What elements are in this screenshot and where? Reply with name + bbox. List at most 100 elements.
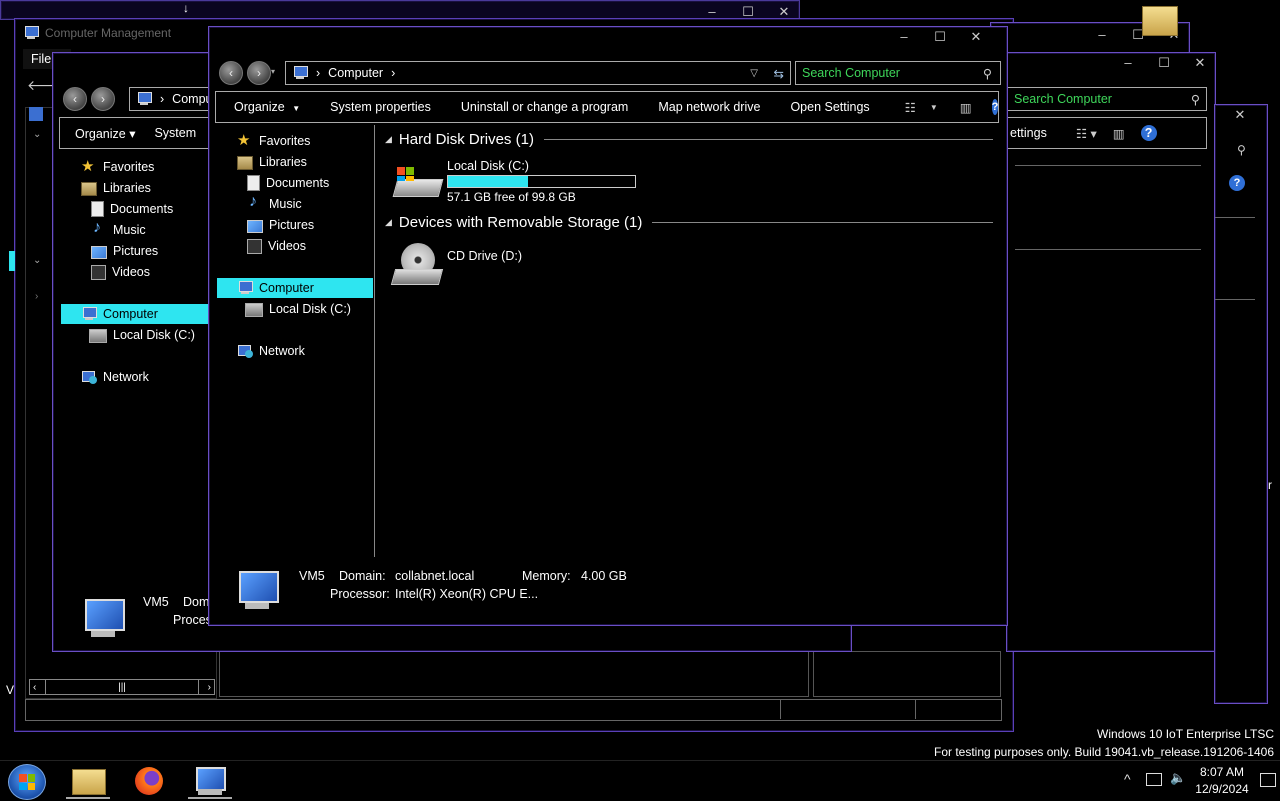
section-removable[interactable]: ◢ Devices with Removable Storage (1)	[385, 214, 993, 231]
toolbar: ettings ☷ ▾ ▥ ?	[1007, 117, 1207, 149]
details-computer-icon	[235, 571, 279, 611]
back-button[interactable]: ‹	[219, 61, 243, 85]
menu-file[interactable]: File	[31, 52, 51, 66]
recent-pages-icon[interactable]: ▾	[271, 67, 275, 76]
clock[interactable]: 8:07 AM 12/9/2024	[1190, 764, 1254, 798]
drive-c-usage-bar	[447, 175, 636, 188]
management-title: Computer Management	[45, 26, 172, 40]
organize-button[interactable]: Organize ▼	[216, 100, 315, 114]
forward-button[interactable]: ›	[247, 61, 271, 85]
search-input[interactable]: Search Computer ⚲	[1007, 87, 1207, 111]
tree-expand-icon[interactable]: ⌄	[33, 255, 41, 266]
help-icon[interactable]: ?	[991, 99, 999, 115]
toolbar: Organize ▾ System	[59, 117, 211, 149]
nav-favorites[interactable]: Favorites	[237, 131, 310, 151]
nav-libraries[interactable]: Libraries	[81, 178, 151, 198]
taskbar: ^ 🔈 8:07 AM 12/9/2024	[0, 760, 1280, 801]
start-button[interactable]	[8, 764, 46, 800]
scroll-thumb[interactable]: |||	[45, 680, 199, 694]
tree-collapse-icon[interactable]: ›	[35, 291, 38, 302]
help-icon[interactable]: ?	[1229, 175, 1245, 191]
address-segment[interactable]: Compu	[172, 92, 212, 106]
uninstall-program-button[interactable]: Uninstall or change a program	[446, 100, 643, 114]
taskbar-firefox-button[interactable]	[124, 763, 176, 799]
star-icon	[81, 157, 97, 175]
nav-documents[interactable]: Documents	[91, 199, 173, 219]
scroll-right-icon[interactable]: ›	[205, 682, 214, 693]
drive-d[interactable]: CD Drive (D:)	[390, 241, 593, 289]
section-hard-disks[interactable]: ◢ Hard Disk Drives (1)	[385, 131, 993, 148]
open-settings-button[interactable]: ettings	[1008, 126, 1062, 140]
preview-pane-icon[interactable]: ▥	[1113, 126, 1125, 141]
back-button[interactable]: ‹	[63, 87, 87, 111]
windows-logo-icon	[19, 774, 35, 790]
nav-documents[interactable]: Documents	[247, 173, 329, 193]
collapse-triangle-icon[interactable]: ◢	[385, 134, 392, 145]
nav-local-disk[interactable]: Local Disk (C:)	[245, 299, 351, 319]
taskbar-explorer-button[interactable]	[62, 763, 114, 799]
nav-pictures[interactable]: Pictures	[247, 215, 314, 235]
section-divider	[543, 139, 993, 140]
desktop-folder-icon[interactable]	[1142, 6, 1178, 36]
address-bar[interactable]: › Computer › ▽ ⇆	[285, 61, 791, 85]
nav-network[interactable]: Network	[81, 367, 149, 387]
taskbar-computer-management-button[interactable]	[184, 763, 236, 799]
preview-pane-icon[interactable]: ▥	[960, 100, 972, 115]
volume-tray-icon[interactable]: 🔈	[1170, 770, 1186, 786]
collapse-triangle-icon[interactable]: ◢	[385, 217, 392, 228]
address-chevron: ›	[160, 92, 165, 106]
minimize-button[interactable]: –	[897, 29, 911, 45]
view-options-icon[interactable]: ☷ ▾	[1076, 126, 1097, 141]
help-icon[interactable]: ?	[1140, 125, 1157, 141]
open-settings-button[interactable]: Open Settings	[775, 100, 884, 114]
nav-videos[interactable]: Videos	[247, 236, 306, 256]
minimize-button[interactable]: –	[1121, 55, 1135, 71]
close-button[interactable]: ✕	[969, 29, 983, 45]
nav-music[interactable]: Music	[247, 193, 302, 214]
system-properties-button[interactable]: System	[150, 126, 211, 140]
management-icon	[23, 26, 39, 40]
nav-computer[interactable]: Computer	[61, 304, 209, 324]
details-memory-label: Memory:	[522, 569, 571, 583]
forward-button[interactable]: ›	[91, 87, 115, 111]
divider	[1215, 217, 1255, 218]
close-button[interactable]: ✕	[1193, 55, 1207, 71]
horizontal-scrollbar[interactable]: ‹ ||| ›	[29, 679, 215, 695]
view-options-icon[interactable]: ☷	[905, 100, 916, 115]
nav-pictures[interactable]: Pictures	[91, 241, 158, 261]
map-network-drive-button[interactable]: Map network drive	[643, 100, 775, 114]
nav-favorites[interactable]: Favorites	[81, 157, 154, 177]
close-button[interactable]: ✕	[1233, 107, 1247, 123]
nav-computer[interactable]: Computer	[217, 278, 373, 298]
nav-local-disk[interactable]: Local Disk (C:)	[89, 325, 195, 345]
maximize-button[interactable]: ☐	[1157, 55, 1171, 71]
search-input[interactable]: Search Computer ⚲	[795, 61, 1001, 85]
drive-c[interactable]: Local Disk (C:) 57.1 GB free of 99.8 GB	[392, 157, 663, 207]
address-chevron: ›	[391, 66, 396, 80]
organize-button[interactable]: Organize ▾	[60, 126, 150, 141]
scroll-left-icon[interactable]: ‹	[30, 682, 39, 693]
desktop-left-edge-text: V	[6, 683, 15, 697]
divider	[1015, 165, 1201, 166]
details-pane: VM5 Domain: collabnet.local Memory: 4.00…	[209, 559, 1005, 623]
view-dropdown-icon[interactable]: ▼	[930, 103, 938, 112]
music-icon	[247, 193, 263, 212]
drive-c-free-space: 57.1 GB free of 99.8 GB	[447, 190, 576, 204]
nav-music[interactable]: Music	[91, 219, 146, 240]
maximize-button[interactable]: ☐	[933, 29, 947, 45]
network-tray-icon[interactable]	[1146, 773, 1162, 786]
tree-expand-icon[interactable]: ⌄	[33, 129, 41, 140]
nav-videos[interactable]: Videos	[91, 262, 150, 282]
show-desktop-notification-icon[interactable]	[1260, 773, 1276, 787]
system-properties-button[interactable]: System properties	[315, 100, 446, 114]
minimize-button[interactable]: –	[1095, 27, 1109, 43]
address-dropdown-icon[interactable]: ▽	[750, 68, 758, 79]
pane-splitter[interactable]	[374, 125, 375, 557]
tray-overflow-button[interactable]: ^	[1124, 771, 1131, 787]
nav-libraries[interactable]: Libraries	[237, 152, 307, 172]
computer-icon	[292, 66, 308, 80]
search-icon[interactable]: ⚲	[1237, 143, 1246, 157]
nav-network[interactable]: Network	[237, 341, 305, 361]
address-segment-computer[interactable]: Computer	[328, 66, 383, 80]
refresh-icon[interactable]: ⇆	[774, 66, 784, 81]
